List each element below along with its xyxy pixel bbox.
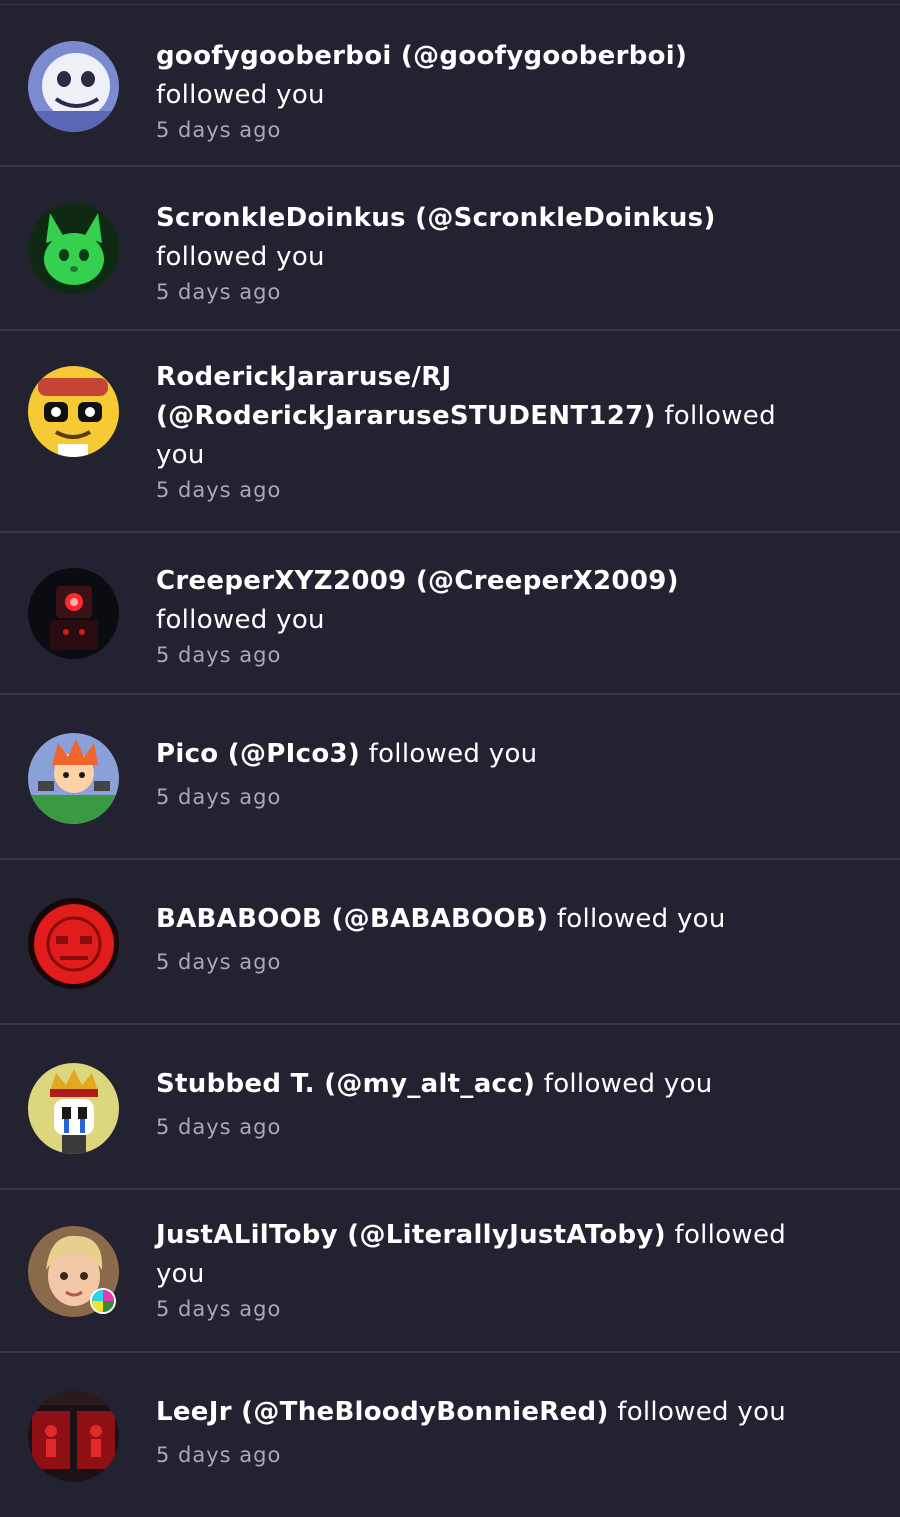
avatar[interactable] <box>28 366 119 457</box>
list-item[interactable]: Stubbed T. (@my_alt_acc) followed you 5 … <box>0 1025 900 1190</box>
notification-message: JustALilToby (@LiterallyJustAToby) follo… <box>156 1216 790 1294</box>
yellow-character-avatar-icon <box>28 366 119 457</box>
timestamp: 5 days ago <box>156 1115 282 1139</box>
avatar[interactable] <box>28 41 119 132</box>
notification-message: CreeperXYZ2009 (@CreeperX2009) followed … <box>156 562 790 640</box>
list-item[interactable]: Pico (@PIco3) followed you 5 days ago <box>0 695 900 860</box>
list-item[interactable]: JustALilToby (@LiterallyJustAToby) follo… <box>0 1190 900 1353</box>
avatar[interactable] <box>28 898 119 989</box>
list-item[interactable]: goofygooberboi (@goofygooberboi) followe… <box>0 5 900 167</box>
avatar[interactable] <box>28 1063 119 1154</box>
list-item[interactable]: LeeJr (@TheBloodyBonnieRed) followed you… <box>0 1353 900 1517</box>
action-text: followed you <box>556 904 726 934</box>
notification-message: ScronkleDoinkus (@ScronkleDoinkus) follo… <box>156 199 790 277</box>
timestamp: 5 days ago <box>156 950 282 974</box>
notification-message: RoderickJararuse/RJ (@RoderickJararuseST… <box>156 358 790 475</box>
notification-message: BABABOOB (@BABABOOB) followed you <box>156 900 790 939</box>
user-name[interactable]: CreeperXYZ2009 (@CreeperX2009) <box>156 566 679 596</box>
list-item[interactable]: ScronkleDoinkus (@ScronkleDoinkus) follo… <box>0 167 900 331</box>
red-face-avatar-icon <box>28 898 119 989</box>
action-text: followed you <box>543 1069 713 1099</box>
list-item[interactable]: CreeperXYZ2009 (@CreeperX2009) followed … <box>0 533 900 695</box>
avatar[interactable] <box>28 733 119 824</box>
avatar[interactable] <box>28 1391 119 1482</box>
user-name[interactable]: goofygooberboi (@goofygooberboi) <box>156 41 687 71</box>
avatar[interactable] <box>28 1226 119 1317</box>
user-name[interactable]: ScronkleDoinkus (@ScronkleDoinkus) <box>156 203 716 233</box>
pico-avatar-icon <box>28 733 119 824</box>
action-text: followed you <box>368 739 538 769</box>
timestamp: 5 days ago <box>156 280 282 304</box>
timestamp: 5 days ago <box>156 785 282 809</box>
timestamp: 5 days ago <box>156 643 282 667</box>
red-panels-avatar-icon <box>28 1391 119 1482</box>
green-cat-avatar-icon <box>28 203 119 294</box>
notification-message: Pico (@PIco3) followed you <box>156 735 790 774</box>
avatar[interactable] <box>28 203 119 294</box>
action-text: followed you <box>617 1397 787 1427</box>
notification-message: Stubbed T. (@my_alt_acc) followed you <box>156 1065 790 1104</box>
skeleton-avatar-icon <box>28 41 119 132</box>
timestamp: 5 days ago <box>156 478 282 502</box>
user-name[interactable]: BABABOOB (@BABABOOB) <box>156 904 548 934</box>
list-item[interactable]: BABABOOB (@BABABOOB) followed you 5 days… <box>0 860 900 1025</box>
action-text: followed you <box>156 605 325 635</box>
user-name[interactable]: JustALilToby (@LiterallyJustAToby) <box>156 1220 666 1250</box>
timestamp: 5 days ago <box>156 1443 282 1467</box>
user-name[interactable]: LeeJr (@TheBloodyBonnieRed) <box>156 1397 609 1427</box>
notification-message: LeeJr (@TheBloodyBonnieRed) followed you <box>156 1393 790 1432</box>
action-text: followed you <box>156 80 325 110</box>
badge-icon <box>90 1288 116 1314</box>
action-text: followed you <box>156 242 325 272</box>
user-name[interactable]: Pico (@PIco3) <box>156 739 360 769</box>
crowned-character-avatar-icon <box>28 1063 119 1154</box>
user-name[interactable]: Stubbed T. (@my_alt_acc) <box>156 1069 535 1099</box>
notification-message: goofygooberboi (@goofygooberboi) followe… <box>156 37 790 115</box>
timestamp: 5 days ago <box>156 118 282 142</box>
list-item[interactable]: RoderickJararuse/RJ (@RoderickJararuseST… <box>0 331 900 533</box>
red-robot-avatar-icon <box>28 568 119 659</box>
timestamp: 5 days ago <box>156 1297 282 1321</box>
user-name[interactable]: RoderickJararuse/RJ (@RoderickJararuseST… <box>156 362 656 431</box>
avatar[interactable] <box>28 568 119 659</box>
